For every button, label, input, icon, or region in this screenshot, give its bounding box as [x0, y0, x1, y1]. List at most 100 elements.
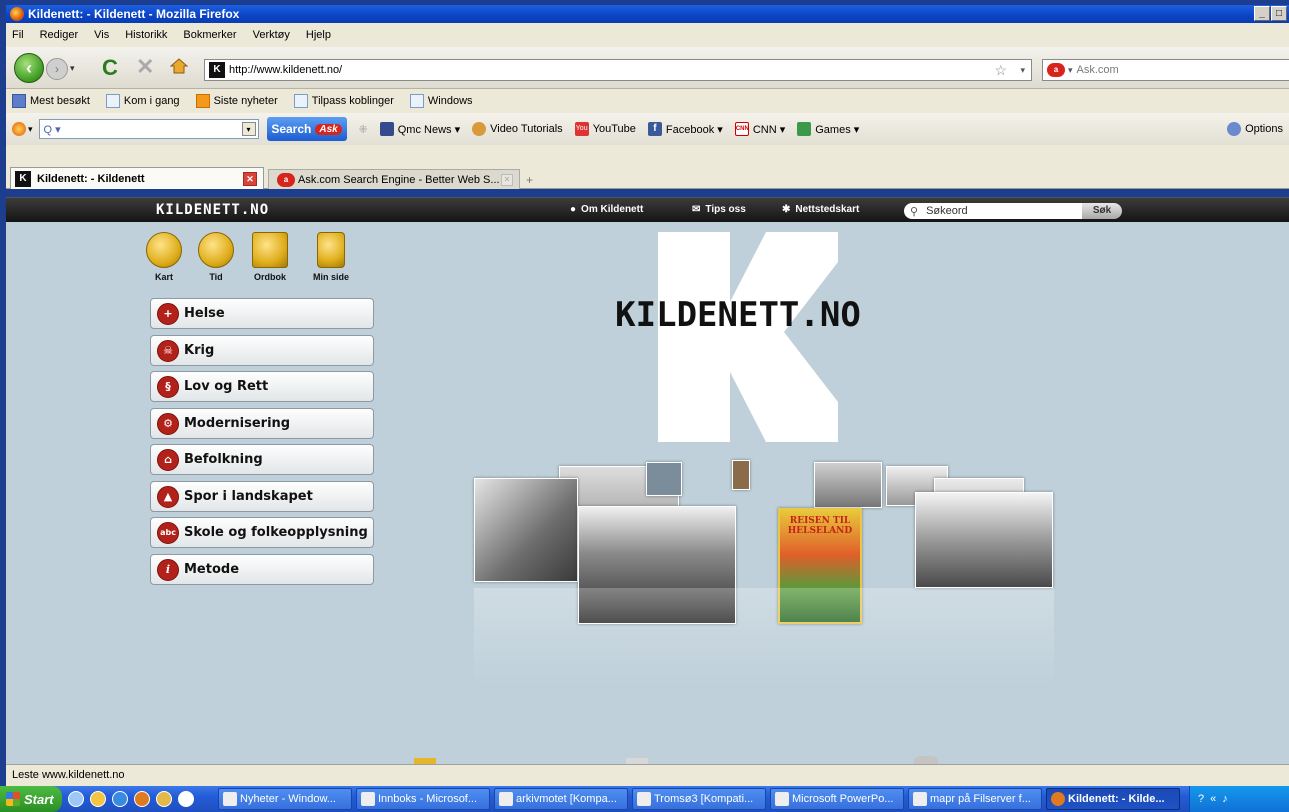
cnn-button[interactable]: CNN CNN ▾ [734, 122, 785, 136]
kildenett-big-logo[interactable]: KILDENETT.NO [588, 222, 888, 442]
carousel-photo[interactable] [814, 462, 882, 508]
bookmark-label: Kom i gang [123, 94, 180, 107]
start-button[interactable]: Start [0, 786, 62, 812]
options-button[interactable]: Options [1227, 122, 1283, 136]
menu-verktoy[interactable]: Verktøy [253, 29, 290, 41]
chevron-icon[interactable]: « [1210, 793, 1216, 805]
windows-flag-icon [6, 792, 20, 806]
nettstedskart-link[interactable]: ✱ Nettstedskart [782, 204, 859, 215]
site-search-input[interactable]: ⚲ Søkeord [904, 203, 1084, 219]
stop-button[interactable]: ✕ [136, 54, 154, 80]
menu-spor-i-landskapet[interactable]: ▲ Spor i landskapet [150, 481, 374, 512]
bookmark-item[interactable]: Tilpass koblinger [293, 94, 394, 108]
volume-icon[interactable]: ♪ [1222, 793, 1228, 805]
reload-button[interactable]: C [102, 55, 118, 81]
menu-befolkning[interactable]: ⌂ Befolkning [150, 444, 374, 475]
site-logo[interactable]: KILDENETT.NO [156, 202, 269, 218]
tab-ask[interactable]: a Ask.com Search Engine - Better Web S..… [268, 169, 520, 189]
site-search-button[interactable]: Søk [1082, 203, 1122, 219]
facebook-icon: f [647, 122, 662, 136]
menu-modernisering[interactable]: ⚙ Modernisering [150, 408, 374, 439]
ask-search-input[interactable]: Q ▾ ▾ [38, 119, 259, 139]
tid-shortcut[interactable]: Tid [195, 232, 237, 282]
url-bar[interactable]: K http://www.kildenett.no/ ☆ ▾ [204, 59, 1032, 81]
quicklaunch-icon[interactable] [68, 791, 84, 807]
ie-icon [223, 792, 237, 806]
carousel-marker[interactable] [914, 756, 938, 764]
toolbar-item-label: Qmc News ▾ [397, 123, 461, 136]
tips-oss-link[interactable]: ✉ Tips oss [692, 204, 746, 215]
url-dropdown-icon[interactable]: ▾ [1020, 65, 1025, 76]
menu-label: Lov og Rett [184, 379, 269, 394]
task-kildenett[interactable]: Kildenett: - Kilde... [1046, 788, 1180, 810]
toolbar-dropdown-icon[interactable]: ▾ [28, 124, 33, 135]
tab-kildenett[interactable]: K Kildenett: - Kildenett ✕ [10, 167, 264, 189]
task-nyheter[interactable]: Nyheter - Window... [218, 788, 352, 810]
window-title: Kildenett: - Kildenett - Mozilla Firefox [28, 7, 240, 21]
task-powerpoint[interactable]: Microsoft PowerPo... [770, 788, 904, 810]
task-tromso3[interactable]: Tromsø3 [Kompati... [632, 788, 766, 810]
bookmark-item[interactable]: Siste nyheter [195, 94, 278, 108]
quicklaunch-icon[interactable] [156, 791, 172, 807]
home-icon[interactable] [170, 57, 188, 75]
new-tab-icon[interactable]: + [526, 173, 533, 187]
firefox-quicklaunch-icon[interactable] [134, 791, 150, 807]
bookmark-item[interactable]: Kom i gang [105, 94, 180, 108]
ask-search-button[interactable]: Search Ask [266, 117, 347, 141]
qmc-news-button[interactable]: Qmc News ▾ [379, 122, 461, 136]
menu-helse[interactable]: + Helse [150, 298, 374, 329]
youtube-button[interactable]: You YouTube [574, 122, 636, 136]
bookmark-item[interactable]: Windows [409, 94, 473, 108]
big-logo-text: KILDENETT.NO [615, 295, 861, 335]
menu-bokmerker[interactable]: Bokmerker [183, 29, 236, 41]
video-tutorials-button[interactable]: Video Tutorials [472, 122, 563, 136]
ordbok-shortcut[interactable]: Ordbok [249, 232, 291, 282]
help-icon[interactable]: ? [1198, 793, 1204, 805]
task-innboks[interactable]: Innboks - Microsof... [356, 788, 490, 810]
carousel-photo[interactable] [474, 478, 578, 582]
menu-hjelp[interactable]: Hjelp [306, 29, 331, 41]
toolbar-item-label: Facebook ▾ [665, 123, 723, 136]
menu-historikk[interactable]: Historikk [125, 29, 167, 41]
facebook-button[interactable]: f Facebook ▾ [647, 122, 723, 136]
minimize-button[interactable]: _ [1254, 6, 1270, 21]
shortcut-label: Ordbok [253, 272, 286, 282]
task-filserver[interactable]: mapr på Filserver f... [908, 788, 1042, 810]
task-label: Innboks - Microsof... [378, 793, 478, 805]
menu-lov-og-rett[interactable]: § Lov og Rett [150, 371, 374, 402]
kart-shortcut[interactable]: Kart [143, 232, 185, 282]
search-icon: ⚲ [910, 205, 919, 218]
page-icon [105, 94, 120, 108]
menu-krig[interactable]: ☠ Krig [150, 335, 374, 366]
carousel-photo[interactable] [915, 492, 1053, 588]
forward-button[interactable]: › [46, 58, 68, 80]
carousel-photo[interactable] [646, 462, 682, 496]
om-kildenett-link[interactable]: ● Om Kildenett [570, 204, 643, 215]
min-side-shortcut[interactable]: Min side [310, 232, 352, 282]
ask-engine-icon[interactable]: a [1047, 63, 1065, 77]
games-button[interactable]: Games ▾ [797, 122, 859, 136]
ask-search-dropdown-icon[interactable]: ▾ [241, 122, 256, 136]
quicklaunch-icon[interactable] [178, 791, 194, 807]
close-tab-icon[interactable]: ✕ [501, 173, 513, 186]
menu-metode[interactable]: i Metode [150, 554, 374, 585]
history-dropdown-icon[interactable]: ▾ [70, 63, 75, 74]
engine-dropdown-icon[interactable]: ▾ [1068, 65, 1073, 76]
quicklaunch-icon[interactable] [90, 791, 106, 807]
firefox-menu-icon[interactable] [12, 122, 26, 136]
back-button[interactable]: ‹ [14, 53, 44, 83]
close-tab-icon[interactable]: ✕ [243, 171, 257, 186]
bookmark-star-icon[interactable]: ☆ [994, 62, 1007, 79]
menu-skole[interactable]: abc Skole og folkeopplysning [150, 517, 374, 548]
web-search-box[interactable]: a ▾ Ask.com [1042, 59, 1289, 81]
menu-rediger[interactable]: Rediger [40, 29, 79, 41]
site-search-placeholder: Søkeord [926, 205, 968, 217]
menu-vis[interactable]: Vis [94, 29, 109, 41]
ie-icon[interactable] [112, 791, 128, 807]
bookmark-item[interactable]: Mest besøkt [12, 94, 90, 108]
maximize-button[interactable]: □ [1271, 6, 1287, 21]
menu-fil[interactable]: Fil [12, 29, 24, 41]
carousel-photo[interactable] [732, 460, 750, 490]
bookmark-label: Siste nyheter [213, 94, 278, 107]
task-arkivmotet[interactable]: arkivmotet [Kompa... [494, 788, 628, 810]
